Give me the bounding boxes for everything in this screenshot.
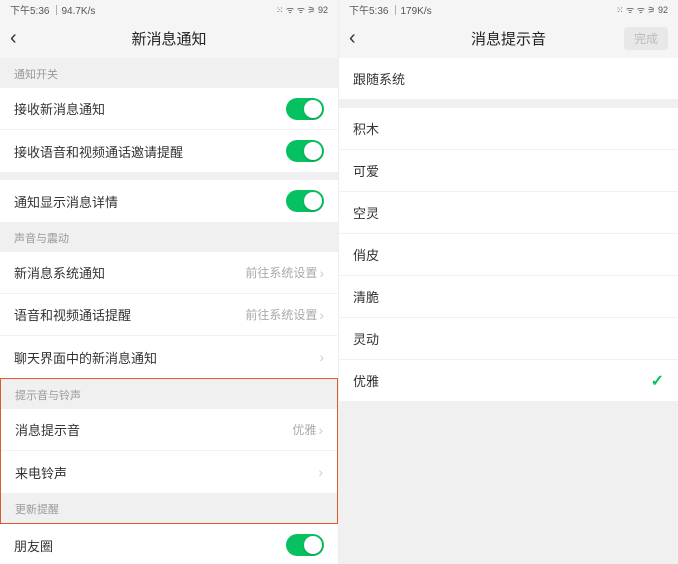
- check-icon: ✓: [651, 371, 664, 391]
- sound-label: 积木: [353, 119, 379, 138]
- status-icons: ⁙ ᯤ ᯤ ⚞ 92: [616, 3, 668, 16]
- page-title: 消息提示音: [471, 28, 546, 49]
- toggle-switch[interactable]: [286, 190, 324, 212]
- chevron-right-icon: ›: [319, 265, 324, 281]
- sound-label: 灵动: [353, 329, 379, 348]
- row-label: 聊天界面中的新消息通知: [14, 348, 319, 367]
- back-icon[interactable]: ‹: [349, 27, 373, 50]
- row-value: 前往系统设置: [245, 306, 317, 323]
- row-ringtone[interactable]: 来电铃声 ›: [1, 451, 337, 493]
- sound-option[interactable]: 空灵: [339, 192, 678, 234]
- sound-option[interactable]: 灵动: [339, 318, 678, 360]
- status-speed: ｜94.7K/s: [51, 2, 95, 17]
- sound-label: 清脆: [353, 287, 379, 306]
- status-bar: 下午5:36 ｜94.7K/s ⁙ ᯤ ᯤ ⚞ 92: [0, 0, 338, 18]
- sound-option-system[interactable]: 跟随系统: [339, 58, 678, 100]
- row-label: 朋友圈: [14, 536, 286, 555]
- sound-label: 俏皮: [353, 245, 379, 264]
- sound-list[interactable]: 跟随系统 积木 可爱 空灵 俏皮 清脆 灵动 优雅 ✓: [339, 58, 678, 564]
- chevron-right-icon: ›: [318, 464, 323, 480]
- sound-option[interactable]: 清脆: [339, 276, 678, 318]
- row-chat-ui-notify[interactable]: 聊天界面中的新消息通知 ›: [0, 336, 338, 378]
- section-header-notify: 通知开关: [0, 58, 338, 88]
- sound-label: 空灵: [353, 203, 379, 222]
- row-receive-call-invite[interactable]: 接收语音和视频通话邀请提醒: [0, 130, 338, 172]
- status-time: 下午5:36: [349, 2, 388, 17]
- chevron-right-icon: ›: [319, 307, 324, 323]
- nav-bar: ‹ 消息提示音 完成: [339, 18, 678, 58]
- status-speed: ｜179K/s: [390, 2, 431, 17]
- row-show-detail[interactable]: 通知显示消息详情: [0, 180, 338, 222]
- status-bar: 下午5:36 ｜179K/s ⁙ ᯤ ᯤ ⚞ 92: [339, 0, 678, 18]
- notification-settings-screen: 下午5:36 ｜94.7K/s ⁙ ᯤ ᯤ ⚞ 92 ‹ 新消息通知 通知开关 …: [0, 0, 339, 564]
- row-call-remind[interactable]: 语音和视频通话提醒 前往系统设置›: [0, 294, 338, 336]
- row-label: 来电铃声: [15, 463, 318, 482]
- nav-bar: ‹ 新消息通知: [0, 18, 338, 58]
- row-message-tone[interactable]: 消息提示音 优雅›: [1, 409, 337, 451]
- toggle-switch[interactable]: [286, 534, 324, 556]
- sound-label: 优雅: [353, 371, 379, 390]
- sound-option-selected[interactable]: 优雅 ✓: [339, 360, 678, 402]
- sound-label: 跟随系统: [353, 69, 405, 88]
- chevron-right-icon: ›: [319, 349, 324, 365]
- status-icons: ⁙ ᯤ ᯤ ⚞ 92: [276, 3, 328, 16]
- row-label: 新消息系统通知: [14, 263, 245, 282]
- status-time: 下午5:36: [10, 2, 49, 17]
- row-receive-new-msg[interactable]: 接收新消息通知: [0, 88, 338, 130]
- section-header-update: 更新提醒: [1, 493, 337, 523]
- sound-label: 可爱: [353, 161, 379, 180]
- row-value: 前往系统设置: [245, 264, 317, 281]
- row-label: 通知显示消息详情: [14, 192, 286, 211]
- row-moments[interactable]: 朋友圈: [0, 524, 338, 564]
- section-header-sound-vibrate: 声音与震动: [0, 222, 338, 252]
- row-system-notify[interactable]: 新消息系统通知 前往系统设置›: [0, 252, 338, 294]
- row-label: 接收新消息通知: [14, 99, 286, 118]
- sound-option[interactable]: 可爱: [339, 150, 678, 192]
- toggle-switch[interactable]: [286, 98, 324, 120]
- row-label: 语音和视频通话提醒: [14, 305, 245, 324]
- row-label: 接收语音和视频通话邀请提醒: [14, 142, 286, 161]
- sound-picker-screen: 下午5:36 ｜179K/s ⁙ ᯤ ᯤ ⚞ 92 ‹ 消息提示音 完成 跟随系…: [339, 0, 678, 564]
- row-label: 消息提示音: [15, 420, 292, 439]
- section-header-tone: 提示音与铃声: [1, 379, 337, 409]
- chevron-right-icon: ›: [318, 422, 323, 438]
- sound-option[interactable]: 俏皮: [339, 234, 678, 276]
- highlight-box: 提示音与铃声 消息提示音 优雅› 来电铃声 › 更新提醒: [0, 378, 338, 524]
- back-icon[interactable]: ‹: [10, 27, 34, 50]
- done-button[interactable]: 完成: [624, 27, 668, 50]
- toggle-switch[interactable]: [286, 140, 324, 162]
- empty-area: [339, 402, 678, 564]
- row-value: 优雅: [292, 421, 316, 438]
- page-title: 新消息通知: [131, 28, 206, 49]
- sound-option[interactable]: 积木: [339, 108, 678, 150]
- content-scroll[interactable]: 通知开关 接收新消息通知 接收语音和视频通话邀请提醒 通知显示消息详情 声音与震…: [0, 58, 338, 564]
